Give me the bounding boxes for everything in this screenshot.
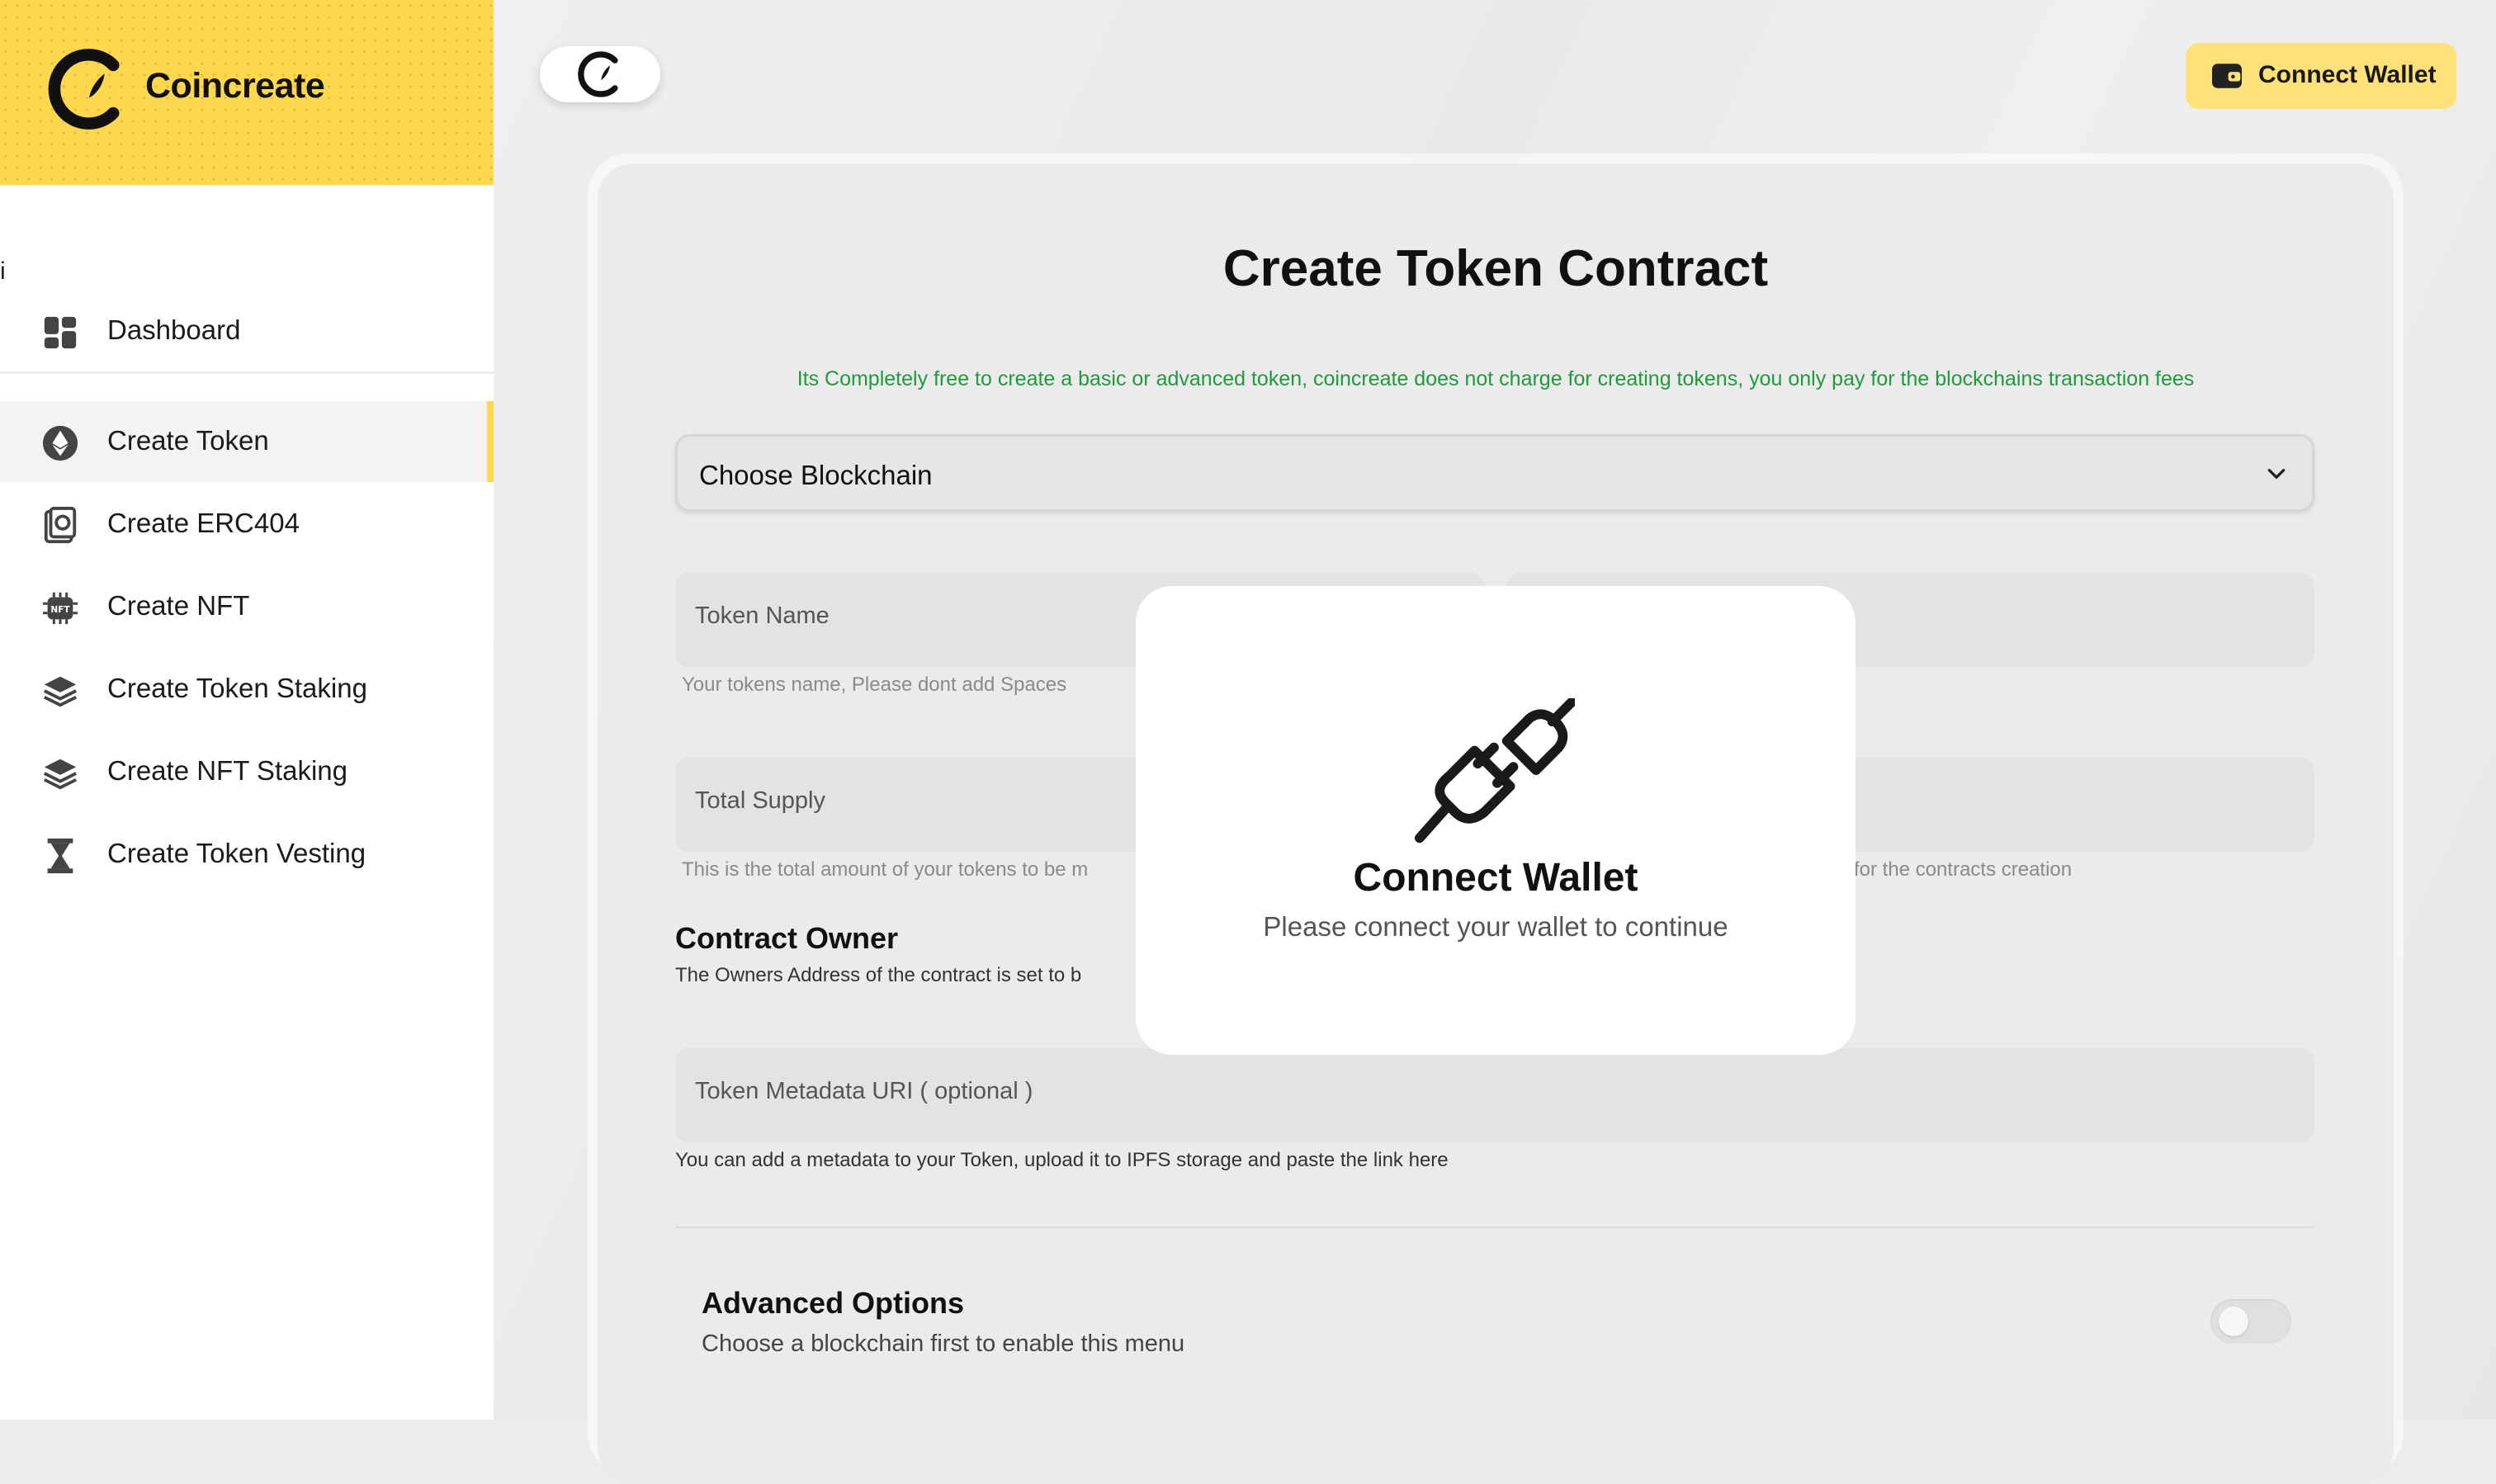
home-logo-button[interactable]	[540, 46, 660, 102]
sidebar-item-dashboard[interactable]: Dashboard	[0, 291, 494, 371]
coincreate-logo-icon	[48, 49, 120, 130]
sidebar-item-label: Create Token	[107, 425, 269, 456]
connect-wallet-label: Connect Wallet	[2258, 61, 2437, 88]
connect-wallet-button[interactable]: Connect Wallet	[2186, 43, 2456, 109]
contract-owner-title: Contract Owner	[675, 921, 899, 955]
sidebar-item-label: Create Token Vesting	[107, 838, 366, 868]
blockchain-select[interactable]: Choose Blockchain	[675, 434, 2314, 512]
sidebar-item-label: Create Token Staking	[107, 673, 367, 703]
erc404-icon	[44, 507, 77, 544]
wallet-icon	[2212, 64, 2242, 88]
metadata-uri-input[interactable]: Token Metadata URI ( optional )	[675, 1048, 2314, 1142]
layers-icon	[43, 676, 78, 707]
app-name: Coincreate	[145, 66, 325, 106]
token-name-hint: Your tokens name, Please dont add Spaces	[682, 673, 1067, 696]
metadata-uri-placeholder: Token Metadata URI ( optional )	[695, 1078, 1033, 1104]
advanced-options-title: Advanced Options	[702, 1286, 965, 1320]
token-name-placeholder: Token Name	[695, 603, 830, 629]
ethereum-icon	[42, 425, 78, 461]
fee-notice: Its Completely free to create a basic or…	[797, 367, 2195, 390]
sidebar-item-label: Dashboard	[107, 314, 241, 345]
hourglass-icon	[47, 838, 73, 874]
svg-text:NFT: NFT	[50, 605, 70, 615]
sidebar-item-create-token[interactable]: Create Token	[0, 401, 494, 482]
chevron-down-icon	[2267, 469, 2286, 479]
blockchain-select-value: Choose Blockchain	[699, 460, 933, 490]
sidebar-divider	[0, 371, 494, 374]
coincreate-logo-icon	[578, 51, 618, 97]
decimals-hint: for the contracts creation	[1854, 858, 2073, 881]
divider	[675, 1226, 2314, 1228]
sidebar-item-label: Create ERC404	[107, 508, 300, 538]
total-supply-placeholder: Total Supply	[695, 787, 825, 814]
advanced-options-toggle[interactable]	[2210, 1299, 2291, 1344]
modal-title: Connect Wallet	[1353, 856, 1638, 900]
sidebar-item-label: Create NFT Staking	[107, 755, 348, 786]
advanced-options-subtitle: Choose a blockchain first to enable this…	[702, 1330, 1185, 1357]
stray-text: i	[0, 258, 6, 285]
dashboard-icon	[44, 316, 77, 349]
sidebar-item-create-token-vesting[interactable]: Create Token Vesting	[0, 814, 494, 895]
metadata-uri-hint: You can add a metadata to your Token, up…	[675, 1149, 1449, 1171]
layers-icon	[43, 759, 78, 790]
sidebar-item-create-erc404[interactable]: Create ERC404	[0, 484, 494, 565]
modal-subtitle: Please connect your wallet to continue	[1263, 911, 1728, 942]
nft-chip-icon: NFT	[42, 592, 78, 625]
page-title: Create Token Contract	[1222, 240, 1769, 297]
sidebar-item-create-nft[interactable]: NFT Create NFT	[0, 566, 494, 647]
plug-disconnected-icon	[1414, 698, 1575, 844]
toggle-knob	[2219, 1307, 2248, 1336]
sidebar-item-create-nft-staking[interactable]: Create NFT Staking	[0, 731, 494, 812]
sidebar-item-label: Create NFT	[107, 590, 250, 621]
sidebar-item-create-token-staking[interactable]: Create Token Staking	[0, 649, 494, 730]
contract-owner-desc: The Owners Address of the contract is se…	[675, 964, 1082, 986]
total-supply-hint: This is the total amount of your tokens …	[682, 858, 1089, 881]
